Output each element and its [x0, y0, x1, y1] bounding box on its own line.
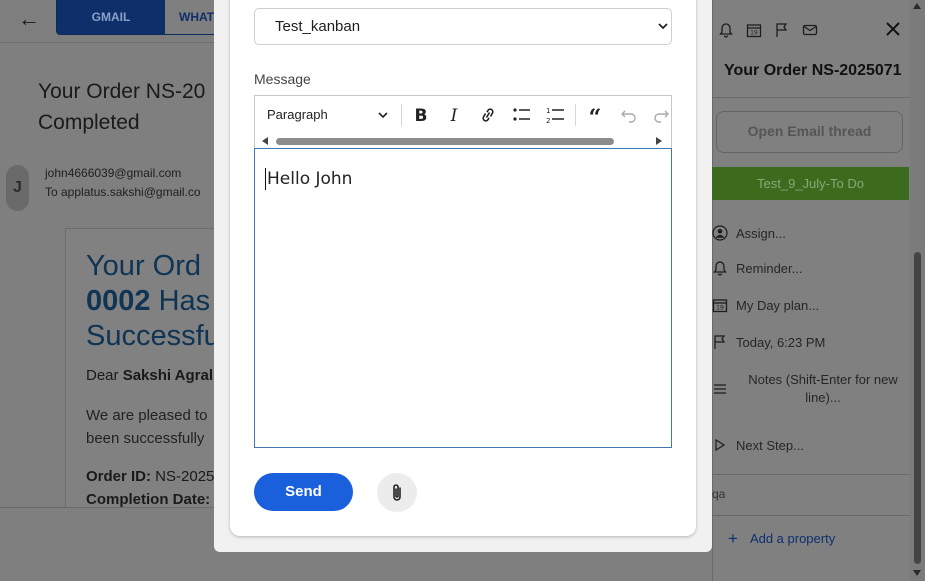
flag-icon[interactable]: [774, 22, 790, 38]
board-select[interactable]: Test_kanban: [254, 8, 672, 45]
scroll-right-arrow-icon[interactable]: [656, 137, 662, 145]
svg-text:“: “: [589, 105, 602, 125]
my-day-label: My Day plan...: [736, 298, 820, 313]
stage-badge[interactable]: Test_9_July-To Do: [712, 167, 909, 200]
avatar: J: [6, 165, 29, 211]
scroll-left-arrow-icon[interactable]: [262, 137, 268, 145]
toolbar-scrollbar[interactable]: [255, 134, 671, 148]
svg-text:19: 19: [750, 30, 758, 37]
notes-label[interactable]: Notes (Shift-Enter for new line)...: [740, 371, 906, 407]
bell-icon[interactable]: [718, 22, 734, 38]
side-panel-title: Your Order NS-2025071: [724, 62, 902, 79]
email-body-card: Your Ord 0002 Has Successfu Dear Sakshi …: [65, 228, 230, 508]
add-property-label: Add a property: [749, 531, 836, 546]
italic-icon[interactable]: I: [443, 105, 465, 125]
email-order-details: Order ID: NS-2025 Completion Date:: [86, 468, 215, 508]
numbered-list-icon[interactable]: 12: [544, 105, 566, 125]
rich-text-editor: Paragraph B I 12 “ Hello John: [254, 95, 672, 448]
svg-text:I: I: [450, 106, 458, 125]
channel-tabs: GMAIL WHAT: [56, 0, 226, 35]
side-panel-icons: 19: [718, 22, 818, 38]
svg-text:1: 1: [546, 107, 550, 115]
scrollbar-thumb[interactable]: [914, 252, 921, 564]
calendar-icon: 19: [712, 299, 728, 313]
tab-gmail[interactable]: GMAIL: [57, 0, 165, 34]
chevron-down-icon[interactable]: [377, 110, 389, 120]
bulleted-list-icon[interactable]: [511, 105, 533, 125]
flag-icon: [714, 335, 726, 349]
open-email-thread-button[interactable]: Open Email thread: [716, 111, 903, 153]
editor-toolbar: Paragraph B I 12 “: [254, 95, 672, 149]
svg-text:19: 19: [716, 305, 724, 312]
play-icon: [715, 438, 726, 452]
undo-icon[interactable]: [618, 105, 640, 125]
close-icon[interactable]: [884, 20, 902, 38]
send-button[interactable]: Send: [254, 473, 353, 511]
message-label: Message: [254, 71, 311, 87]
bell-icon: [713, 261, 727, 276]
toolbar-separator: [401, 104, 402, 126]
date-label: Today, 6:23 PM: [736, 335, 826, 350]
envelope-icon[interactable]: [802, 22, 818, 38]
divider: [712, 97, 910, 98]
email-greeting: Dear Sakshi Agral: [86, 367, 214, 384]
calendar-icon[interactable]: 19: [746, 22, 762, 38]
side-panel: [712, 0, 910, 581]
sender-email: john4666039@gmail.com: [45, 166, 182, 180]
reminder-label: Reminder...: [736, 261, 803, 276]
board-select-value: Test_kanban: [275, 18, 361, 35]
email-body-heading: Your Ord 0002 Has Successfu: [86, 250, 220, 352]
email-subject-line2: Completed: [38, 111, 140, 134]
blockquote-icon[interactable]: “: [584, 105, 606, 125]
email-paragraph: We are pleased to been successfully: [86, 407, 208, 447]
toolbar-separator: [575, 104, 576, 126]
redo-icon[interactable]: [650, 105, 672, 125]
bold-icon[interactable]: B: [410, 105, 432, 125]
block-format-dropdown[interactable]: Paragraph: [267, 107, 328, 122]
paperclip-icon: [393, 484, 401, 501]
qa-text: qa: [712, 487, 726, 501]
email-subject: Your Order NS-20 Completed: [38, 76, 228, 138]
add-property-button[interactable]: + Add a property: [728, 529, 835, 549]
svg-text:B: B: [415, 106, 428, 125]
chevron-down-icon: [658, 23, 668, 30]
svg-text:2: 2: [546, 117, 550, 125]
scroll-up-arrow-icon[interactable]: [913, 3, 921, 9]
message-editor-area[interactable]: Hello John: [254, 148, 672, 448]
assign-label: Assign...: [736, 226, 786, 241]
email-subject-line1: Your Order NS-20: [38, 80, 206, 103]
attach-button[interactable]: [377, 473, 417, 512]
divider: [712, 474, 910, 475]
user-icon: [712, 225, 728, 241]
plus-icon: +: [728, 529, 738, 548]
message-text[interactable]: Hello John: [265, 168, 352, 190]
divider: [712, 515, 910, 516]
back-arrow-icon[interactable]: ←: [18, 6, 40, 32]
notes-icon: [714, 384, 726, 394]
scroll-down-arrow-icon[interactable]: [913, 570, 921, 576]
recipient-email: To applatus.sakshi@gmail.co: [45, 185, 201, 199]
next-step-label: Next Step...: [736, 438, 804, 453]
toolbar-scrollbar-thumb[interactable]: [276, 138, 614, 145]
link-icon[interactable]: [477, 105, 499, 125]
